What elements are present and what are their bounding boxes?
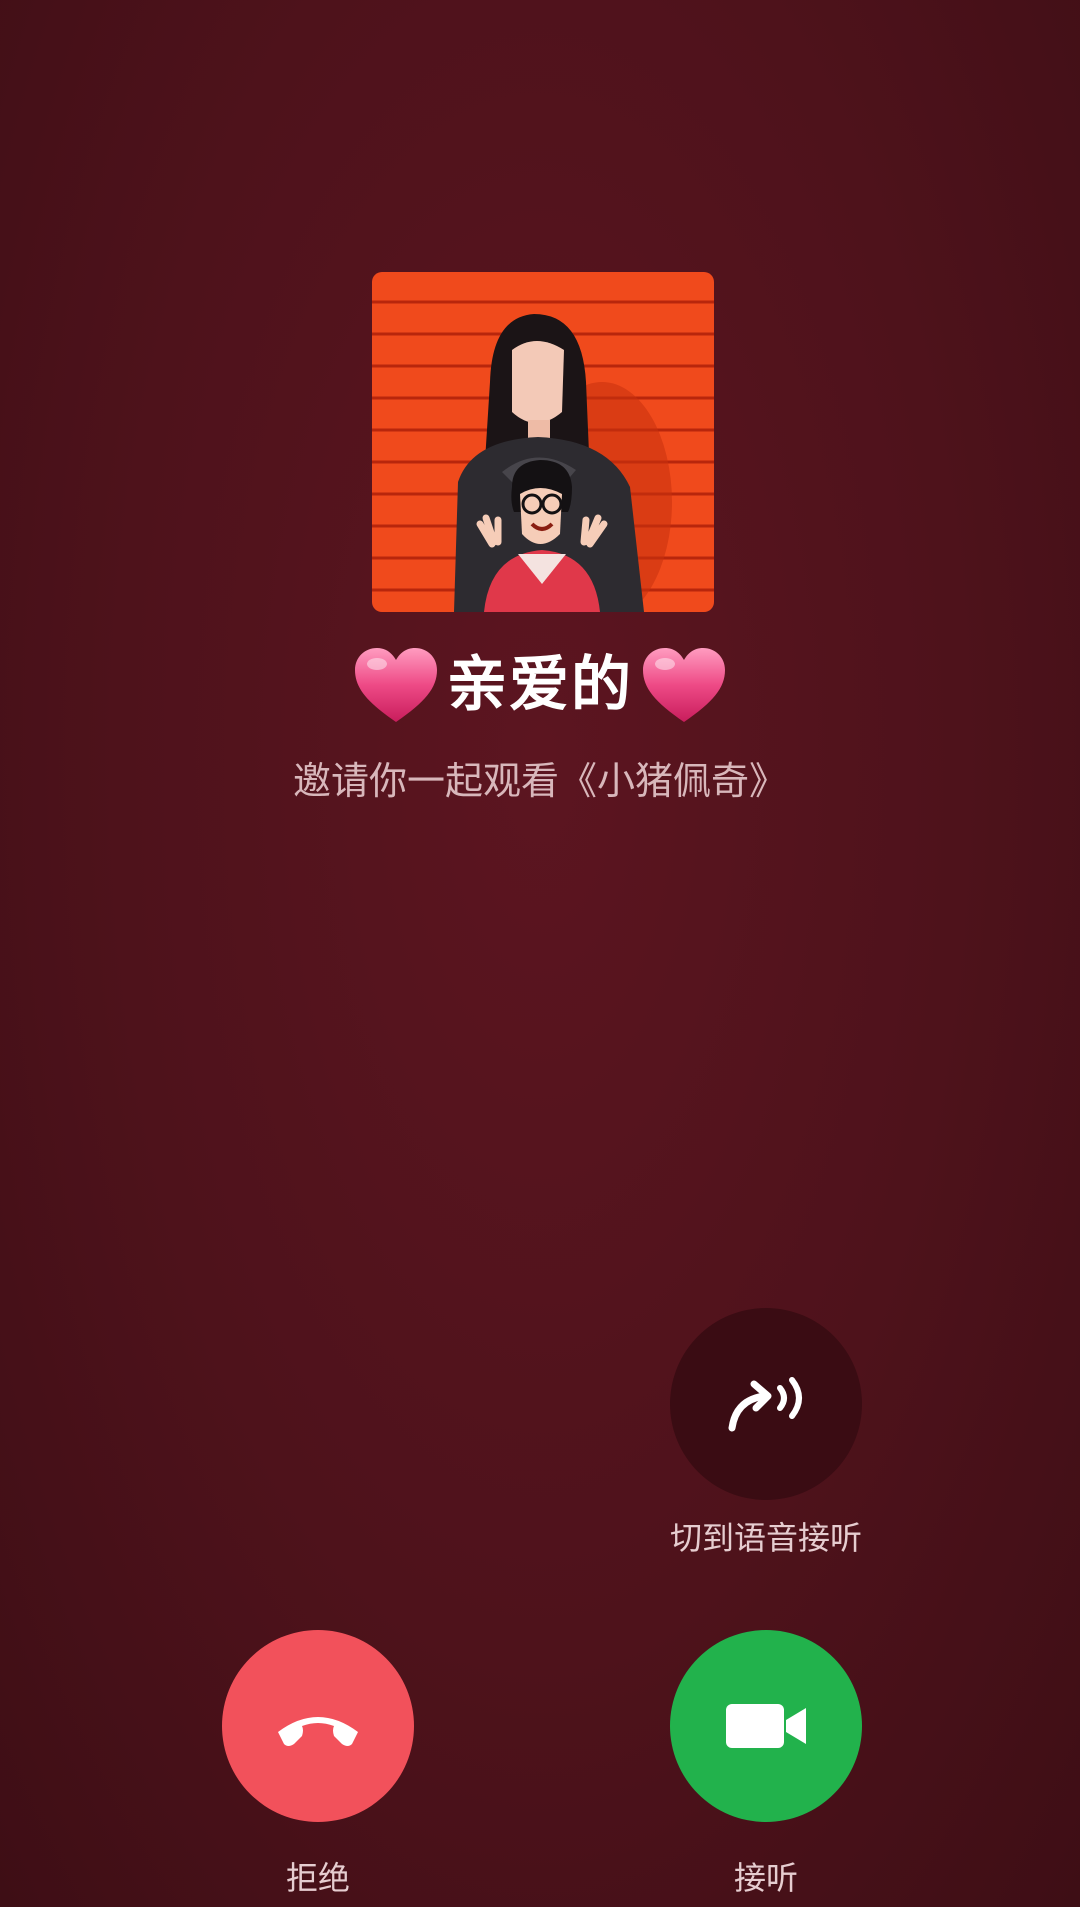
- incoming-video-call-screen: 亲爱的 邀请你一起观看《小猪佩奇》 切到语音接听 拒绝 接听: [0, 0, 1080, 1907]
- heart-icon: [643, 648, 725, 722]
- caller-avatar: [372, 272, 714, 612]
- video-camera-icon: [726, 1704, 806, 1748]
- phone-hangup-icon: [278, 1717, 358, 1746]
- decline-label: 拒绝: [285, 1859, 350, 1897]
- accept-button[interactable]: [670, 1630, 862, 1822]
- accept-label: 接听: [733, 1859, 798, 1897]
- voice-switch-icon: [728, 1377, 802, 1432]
- switch-to-voice-label: 切到语音接听: [669, 1519, 862, 1557]
- invite-text: 邀请你一起观看《小猪佩奇》: [292, 759, 787, 803]
- switch-to-voice-button[interactable]: [670, 1308, 862, 1500]
- caller-name-row: 亲爱的: [0, 640, 1080, 730]
- decline-button[interactable]: [222, 1630, 414, 1822]
- heart-icon: [355, 648, 437, 722]
- caller-name: 亲爱的: [447, 650, 633, 720]
